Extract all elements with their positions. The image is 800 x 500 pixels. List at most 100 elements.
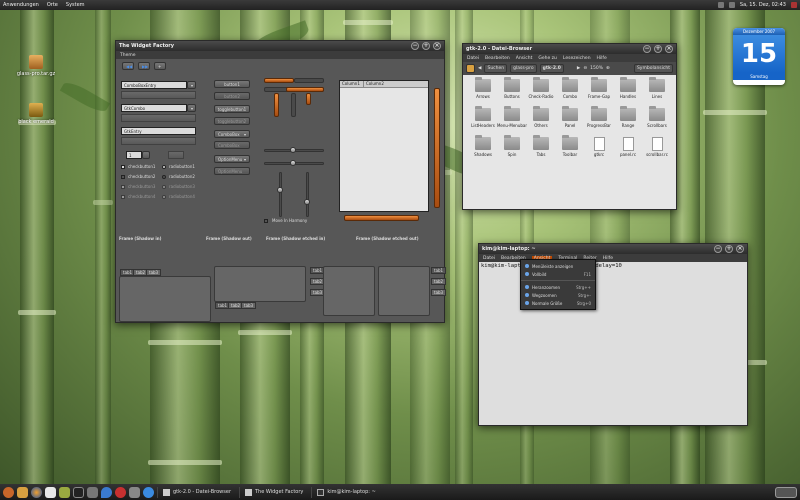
hscale-1-knob[interactable] bbox=[290, 147, 296, 153]
menu-theme[interactable]: Theme bbox=[120, 53, 136, 58]
radiobutton2-circle[interactable] bbox=[162, 175, 166, 179]
hscale-2-knob[interactable] bbox=[290, 160, 296, 166]
close-button[interactable]: × bbox=[736, 245, 744, 253]
back-arrow-button[interactable]: ◀◀ bbox=[122, 62, 134, 70]
menu-item-zoom-out[interactable]: Wegzoomen Strg+- bbox=[521, 291, 595, 299]
menu-applications[interactable]: Anwendungen bbox=[3, 2, 39, 8]
file-item[interactable]: gtkrc bbox=[583, 137, 615, 157]
maximize-button[interactable]: + bbox=[654, 45, 662, 53]
zoom-out-icon[interactable]: ⊖ bbox=[583, 66, 587, 71]
horizontal-scrollbar[interactable] bbox=[344, 215, 419, 221]
file-item[interactable]: ListHeaders bbox=[467, 106, 499, 128]
forward-arrow-button[interactable]: ▶▶ bbox=[138, 62, 150, 70]
checkbutton1-box[interactable] bbox=[121, 165, 125, 169]
menu-file[interactable]: Datei bbox=[483, 256, 495, 261]
togglebutton1[interactable]: togglebutton1 bbox=[214, 105, 250, 113]
column2-header[interactable]: Column2 bbox=[364, 81, 386, 87]
combobox[interactable]: ComboBox ▾ bbox=[214, 130, 250, 138]
move-harmony-check[interactable] bbox=[264, 219, 268, 223]
vscale-1[interactable] bbox=[279, 172, 282, 217]
file-item[interactable]: Lines bbox=[641, 77, 673, 99]
path-button-search[interactable]: Suchen bbox=[484, 64, 508, 73]
drop-icon[interactable] bbox=[101, 486, 112, 498]
minimize-button[interactable]: − bbox=[411, 42, 419, 50]
maximize-button[interactable]: + bbox=[422, 42, 430, 50]
file-item[interactable]: Tabs bbox=[525, 135, 557, 157]
edit-location-icon[interactable] bbox=[466, 64, 475, 73]
chat-icon[interactable] bbox=[59, 486, 70, 498]
task-file-browser[interactable]: gtk-2.0 - Datei-Browser bbox=[157, 486, 236, 498]
menu-help[interactable]: Hilfe bbox=[597, 56, 607, 61]
file-item[interactable]: Handles bbox=[612, 77, 644, 99]
combo-entry-arrow[interactable]: ▾ bbox=[187, 81, 196, 89]
nb4-tab3[interactable]: tab3 bbox=[431, 289, 447, 296]
file-item[interactable]: Shadows bbox=[467, 135, 499, 157]
desktop-icon-folder[interactable]: black emerald bbox=[16, 103, 56, 125]
menu-file[interactable]: Datei bbox=[467, 56, 479, 61]
menu-system[interactable]: System bbox=[66, 2, 85, 8]
file-item[interactable]: Menu-Menubar bbox=[496, 106, 528, 128]
close-button[interactable]: × bbox=[665, 45, 673, 53]
file-item[interactable]: Combo bbox=[554, 77, 586, 99]
optionmenu[interactable]: OptionMenu ▾ bbox=[214, 155, 250, 163]
path-button-glass-pro[interactable]: glass-pro bbox=[510, 64, 537, 73]
nb4-tab2[interactable]: tab2 bbox=[431, 278, 447, 285]
zoom-in-icon[interactable]: ⊕ bbox=[606, 66, 610, 71]
volume-icon[interactable] bbox=[728, 2, 735, 8]
home-folder-icon[interactable] bbox=[17, 486, 28, 498]
task-terminal[interactable]: kim@kim-laptop: ~ bbox=[311, 486, 380, 498]
globe-icon[interactable] bbox=[143, 486, 154, 498]
desktop-icon-archive[interactable]: glass-pro.tar.gz bbox=[16, 55, 56, 77]
view-mode-select[interactable]: Symbolansicht bbox=[633, 64, 673, 73]
nb1-tab3[interactable]: tab3 bbox=[146, 269, 162, 276]
file-item[interactable]: Toolbar bbox=[554, 135, 586, 157]
nb2-tab3[interactable]: tab3 bbox=[241, 302, 257, 309]
task-widget-factory[interactable]: The Widget Factory bbox=[239, 486, 308, 498]
file-item[interactable]: Range bbox=[612, 106, 644, 128]
file-item[interactable]: panel.rc bbox=[612, 137, 644, 157]
column1-header[interactable]: Column1 bbox=[340, 81, 364, 87]
maximize-button[interactable]: + bbox=[725, 245, 733, 253]
titlebar[interactable]: gtk-2.0 - Datei-Browser − + × bbox=[463, 44, 676, 54]
back-path-icon[interactable]: ◀ bbox=[478, 66, 481, 71]
minimize-button[interactable]: − bbox=[643, 45, 651, 53]
mail-icon[interactable] bbox=[45, 486, 56, 498]
titlebar[interactable]: kim@kim-laptop: ~ − + × bbox=[479, 244, 747, 254]
gimp-icon[interactable] bbox=[87, 486, 98, 498]
clock[interactable]: Sa, 15. Dez, 02:43 bbox=[740, 2, 786, 8]
menu-item-show-menubar[interactable]: Menüleiste anzeigen bbox=[521, 262, 595, 270]
menu-go[interactable]: Gehe zu bbox=[538, 56, 557, 61]
vscale-2[interactable] bbox=[306, 172, 309, 217]
file-item[interactable]: Scrollbars bbox=[641, 106, 673, 128]
menu-item-zoom-in[interactable]: Heranzoomen Strg++ bbox=[521, 283, 595, 291]
calendar-widget[interactable]: Dezember 2007 15 Samstag bbox=[733, 28, 785, 85]
spin-button[interactable]: 1 bbox=[126, 151, 142, 159]
vscale-2-knob[interactable] bbox=[304, 199, 310, 205]
menu-item-fullscreen[interactable]: Vollbild F11 bbox=[521, 270, 595, 278]
firefox-icon[interactable] bbox=[31, 486, 42, 498]
file-item[interactable]: Others bbox=[525, 106, 557, 128]
terminal-icon[interactable] bbox=[73, 486, 84, 498]
titlebar[interactable]: The Widget Factory − + × bbox=[116, 41, 444, 51]
media-icon[interactable] bbox=[115, 486, 126, 498]
menu-view[interactable]: Ansicht bbox=[516, 56, 533, 61]
file-item[interactable]: Panel bbox=[554, 106, 586, 128]
ubuntu-icon[interactable] bbox=[3, 486, 14, 498]
menu-places[interactable]: Orte bbox=[47, 2, 58, 8]
close-button[interactable]: × bbox=[433, 42, 441, 50]
forward-path-icon[interactable]: ▶ bbox=[577, 66, 580, 71]
vertical-scrollbar[interactable] bbox=[434, 88, 440, 208]
file-item[interactable]: Check-Radio bbox=[525, 77, 557, 99]
vscale-1-knob[interactable] bbox=[277, 187, 283, 193]
nb4-tab1[interactable]: tab1 bbox=[431, 267, 447, 274]
path-button-gtk[interactable]: gtk-2.0 bbox=[539, 64, 564, 73]
file-item[interactable]: scrollbar.rc bbox=[641, 137, 673, 157]
gtk-entry[interactable]: GtkEntry bbox=[121, 127, 196, 135]
menu-item-normal-size[interactable]: Normale Größe Strg+0 bbox=[521, 299, 595, 307]
file-item[interactable]: ProgressBar bbox=[583, 106, 615, 128]
spin-arrows[interactable] bbox=[142, 151, 150, 159]
menu-help[interactable]: Hilfe bbox=[603, 256, 613, 261]
combo-entry[interactable]: ComboBoxEntry bbox=[121, 81, 187, 89]
button1[interactable]: button1 bbox=[214, 80, 250, 88]
minimize-button[interactable]: − bbox=[714, 245, 722, 253]
